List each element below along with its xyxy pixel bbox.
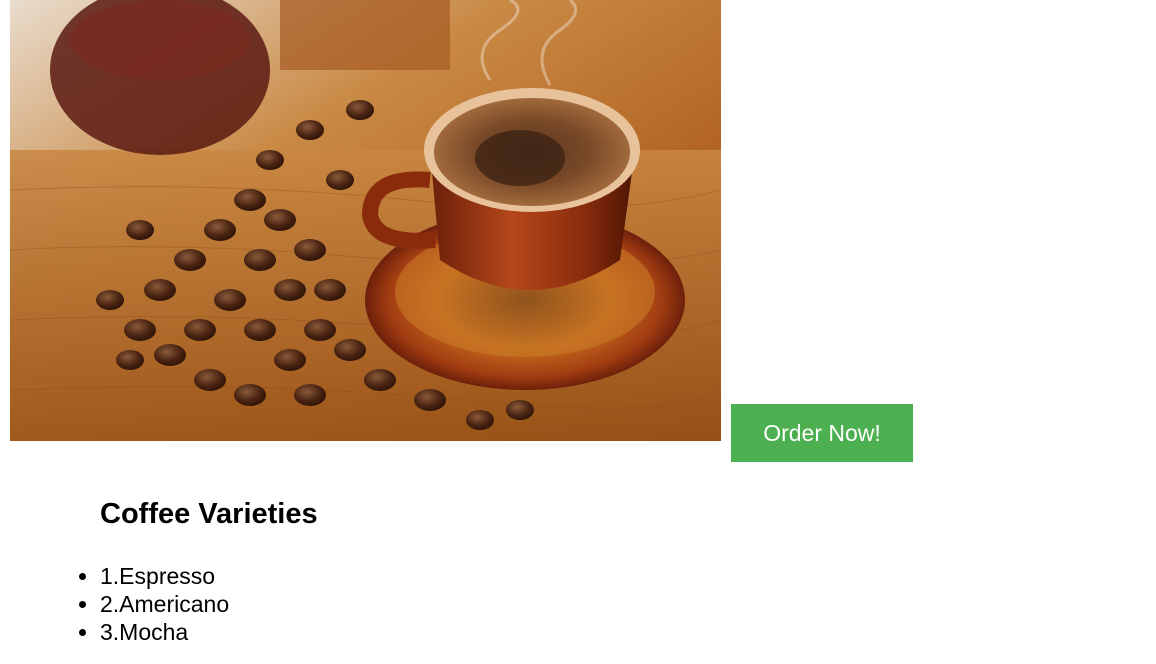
section-title: Coffee Varieties (100, 498, 318, 530)
list-item: 1.Espresso (100, 562, 229, 590)
list-item: 3.Mocha (100, 618, 229, 646)
list-item: 2.Americano (100, 590, 229, 618)
order-now-button[interactable]: Order Now! (731, 404, 913, 462)
coffee-varieties-list: 1.Espresso 2.Americano 3.Mocha (60, 562, 229, 646)
coffee-cup-with-beans-image (10, 0, 721, 441)
coffee-photo (10, 0, 721, 441)
